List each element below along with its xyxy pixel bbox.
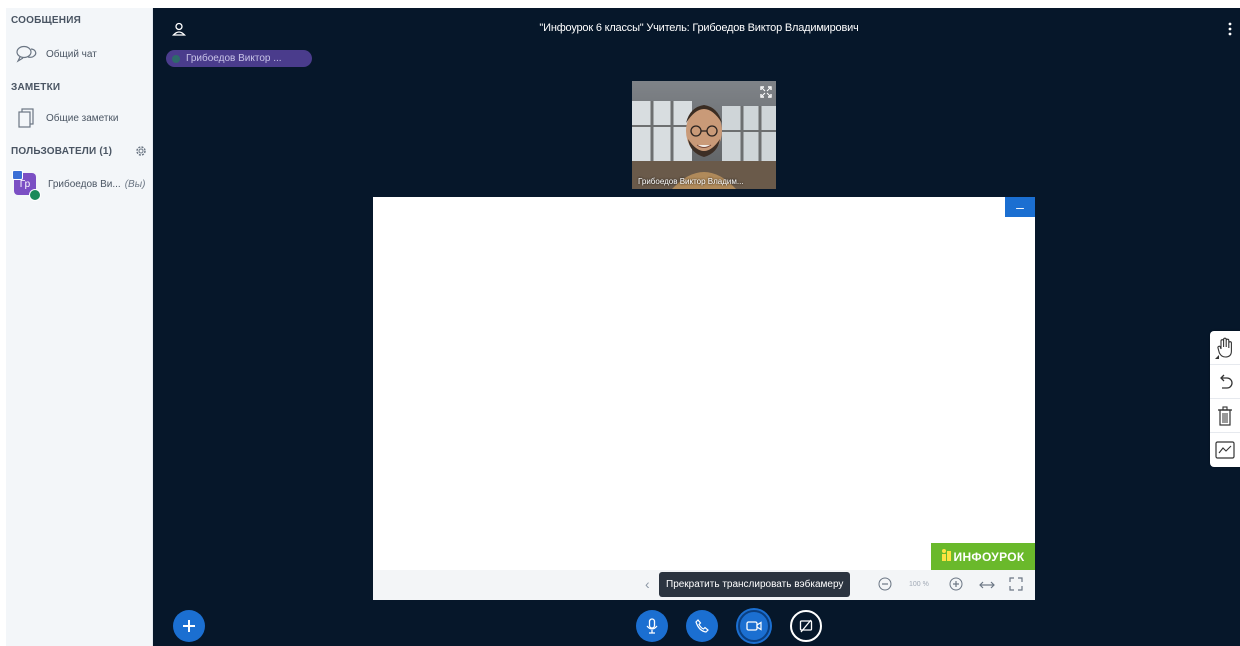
- whiteboard-toolbar: [1210, 331, 1240, 467]
- plus-icon: [183, 620, 195, 632]
- meeting-title: "Инфоурок 6 классы" Учитель: Грибоедов В…: [539, 22, 859, 34]
- fullscreen-icon[interactable]: [1009, 577, 1023, 596]
- webcam-participant-name: Грибоедов Виктор Владим...: [638, 177, 744, 186]
- talking-indicator[interactable]: Грибоедов Виктор ...: [166, 50, 312, 67]
- presentation-toolbar: ‹ Прекратить транслировать вэбкамеру 100…: [373, 570, 1035, 600]
- hand-tool-button[interactable]: [1210, 331, 1240, 365]
- user-you-label: (Вы): [124, 178, 146, 190]
- zoom-level: 100 %: [909, 581, 929, 588]
- screenshare-button[interactable]: [790, 610, 822, 642]
- user-list-item[interactable]: Гр Грибоедов Ви... (Вы): [12, 170, 146, 201]
- tooltip: Прекратить транслировать вэбкамеру: [659, 572, 851, 597]
- logo-text: ИНФОУРОК: [953, 549, 1025, 564]
- presenter-icon: [29, 189, 41, 201]
- expand-video-icon[interactable]: [760, 85, 772, 103]
- multi-user-whiteboard-icon: [1215, 441, 1235, 459]
- users-heading: ПОЛЬЗОВАТЕЛИ (1): [11, 146, 113, 157]
- presentation-area[interactable]: – ИНФОУРОК ‹ Прекратить транслировать вэ…: [373, 197, 1035, 600]
- public-chat-label: Общий чат: [46, 48, 97, 60]
- microphone-icon: [646, 618, 658, 634]
- talking-dot-icon: [172, 54, 180, 63]
- minimize-presentation-button[interactable]: –: [1005, 197, 1035, 217]
- talking-indicator-name: Грибоедов Виктор ...: [186, 53, 282, 64]
- phone-icon: [695, 619, 709, 633]
- hand-icon: [1215, 337, 1232, 359]
- notes-heading: ЗАМЕТКИ: [11, 82, 61, 93]
- notes-icon: [14, 107, 38, 129]
- audio-leave-button[interactable]: [686, 610, 718, 642]
- messages-heading: СООБЩЕНИЯ: [11, 15, 81, 26]
- avatar: Гр: [12, 170, 41, 201]
- previous-slide-icon[interactable]: ‹: [645, 576, 650, 592]
- infourok-logo: ИНФОУРОК: [931, 543, 1035, 570]
- zoom-in-icon[interactable]: [949, 577, 963, 596]
- options-menu-icon[interactable]: [1227, 22, 1233, 36]
- camera-icon: [746, 621, 762, 631]
- shared-notes-label: Общие заметки: [46, 112, 119, 124]
- trash-icon: [1218, 405, 1232, 426]
- webcam-frame: [632, 81, 776, 189]
- screenshare-off-icon: [799, 619, 813, 633]
- fit-to-width-icon[interactable]: [979, 578, 995, 596]
- actions-button[interactable]: [173, 610, 205, 642]
- clear-button[interactable]: [1210, 399, 1240, 433]
- user-name: Грибоедов Ви...: [48, 178, 121, 190]
- zoom-out-icon[interactable]: [878, 577, 892, 596]
- sidebar-item-shared-notes[interactable]: Общие заметки: [14, 106, 118, 130]
- logo-mark-icon: [941, 549, 952, 564]
- undo-icon: [1220, 374, 1233, 389]
- chat-icon: [14, 43, 38, 65]
- multi-user-whiteboard-button[interactable]: [1210, 433, 1240, 467]
- microphone-button[interactable]: [636, 610, 668, 642]
- sidebar: СООБЩЕНИЯ Общий чат ЗАМЕТКИ Общие заметк…: [6, 8, 153, 646]
- undo-button[interactable]: [1210, 365, 1240, 399]
- main-area: "Инфоурок 6 классы" Учитель: Грибоедов В…: [153, 8, 1240, 646]
- webcam-button[interactable]: [738, 610, 770, 642]
- moderator-icon: [12, 170, 23, 180]
- avatar-initials: Гр: [19, 178, 31, 190]
- webcam-video[interactable]: Грибоедов Виктор Владим...: [632, 81, 776, 189]
- sidebar-item-public-chat[interactable]: Общий чат: [14, 42, 97, 66]
- gear-icon[interactable]: [134, 144, 148, 158]
